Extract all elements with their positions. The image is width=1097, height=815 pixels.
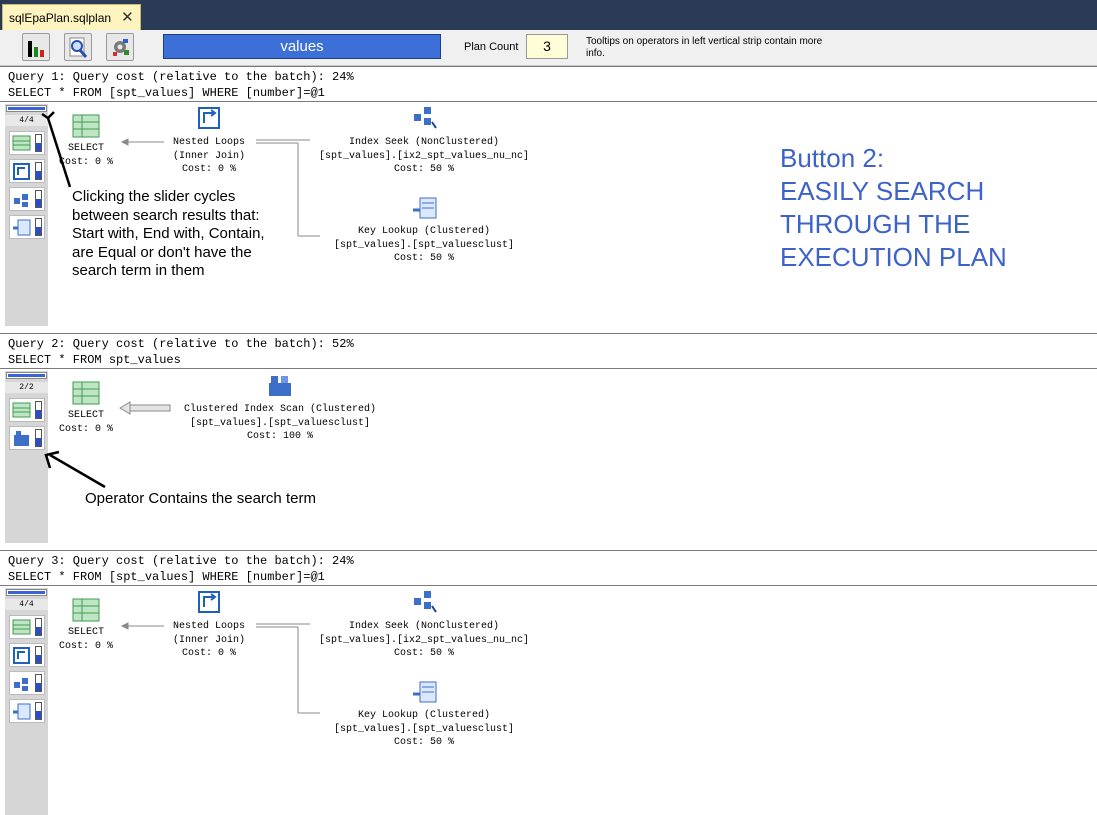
- headline-line: THROUGH THE: [780, 209, 971, 239]
- contains-annotation: Operator Contains the search term: [85, 490, 316, 507]
- annotation-line: between search results that:: [72, 206, 260, 224]
- annotation-line: Start with, End with, Contain,: [72, 225, 265, 242]
- plan-connectors: [41, 111, 320, 714]
- headline-annotation: Button 2: EASILY SEARCH THROUGH THE EXEC…: [780, 142, 1007, 274]
- annotation-line: search term in them: [72, 262, 205, 279]
- headline-line: EASILY SEARCH: [780, 176, 985, 206]
- annotation-line: Clicking the slider cycles: [72, 188, 236, 205]
- headline-line: Button 2:: [780, 143, 885, 173]
- headline-line: EXECUTION PLAN: [780, 242, 1007, 272]
- slider-annotation: Clicking the slider cycles between searc…: [72, 188, 265, 281]
- annotation-line: are Equal or don't have the: [72, 243, 252, 261]
